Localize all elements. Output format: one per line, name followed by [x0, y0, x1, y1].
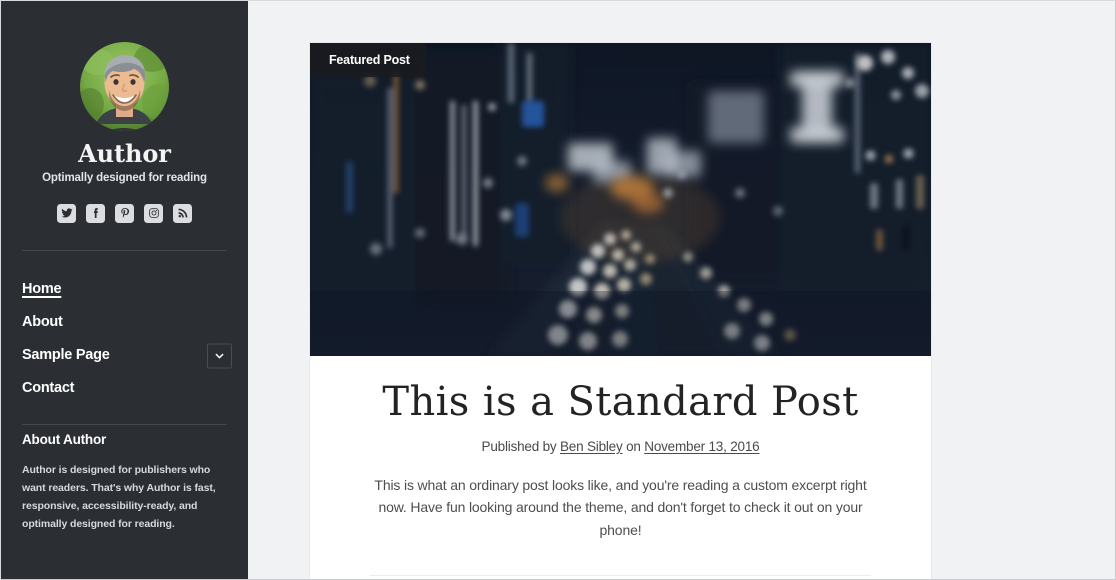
pinterest-icon[interactable] [115, 203, 134, 223]
card-tail [310, 576, 931, 579]
sidebar: Author Optimally designed for reading Ho… [1, 1, 248, 579]
post-author-link[interactable]: Ben Sibley [560, 439, 623, 454]
sidebar-item-sample-page[interactable]: Sample Page [22, 340, 232, 373]
sidebar-item-home[interactable]: Home [22, 274, 227, 307]
site-title[interactable]: Author [22, 140, 227, 168]
avatar [80, 42, 169, 131]
sidebar-item-sample-page-label[interactable]: Sample Page [22, 347, 110, 364]
about-author-title: About Author [22, 431, 107, 447]
about-author-text: Author is designed for publishers who wa… [22, 463, 216, 530]
post-meta-prefix: Published by [481, 438, 560, 454]
post-date-link[interactable]: November 13, 2016 [644, 439, 759, 454]
facebook-icon[interactable] [86, 203, 105, 223]
sidebar-item-about[interactable]: About [22, 307, 227, 340]
chevron-down-icon[interactable] [207, 343, 232, 369]
post-excerpt: This is what an ordinary post looks like… [374, 476, 867, 539]
site-tagline: Optimally designed for reading [42, 171, 207, 184]
main-content: Featured Post This is a Standard Post Pu… [248, 1, 1115, 579]
sidebar-divider-bottom [22, 423, 227, 425]
sidebar-item-contact-label[interactable]: Contact [22, 380, 74, 397]
post-meta-middle: on [622, 438, 645, 454]
sidebar-item-home-label[interactable]: Home [22, 281, 62, 298]
avatar-wrap [22, 42, 227, 131]
featured-post-badge: Featured Post [310, 43, 426, 77]
rss-icon[interactable] [173, 203, 192, 223]
page-viewport: Author Optimally designed for reading Ho… [0, 0, 1116, 580]
sidebar-nav: Home About Sample Page Contact [22, 274, 232, 406]
sidebar-item-about-label[interactable]: About [22, 314, 63, 331]
about-author-widget: About Author Author is designed for publ… [22, 432, 227, 533]
post-body: This is a Standard Post Published by Ben… [310, 356, 931, 579]
post-title[interactable]: This is a Standard Post [310, 356, 931, 425]
post-meta: Published by Ben Sibley on November 13, … [310, 439, 931, 454]
featured-post-card: Featured Post This is a Standard Post Pu… [310, 43, 931, 579]
featured-image[interactable]: Featured Post [310, 43, 931, 356]
sidebar-item-contact[interactable]: Contact [22, 373, 227, 406]
twitter-icon[interactable] [57, 203, 76, 223]
social-links [22, 203, 227, 223]
sidebar-divider-top [22, 249, 227, 251]
instagram-icon[interactable] [144, 203, 163, 223]
